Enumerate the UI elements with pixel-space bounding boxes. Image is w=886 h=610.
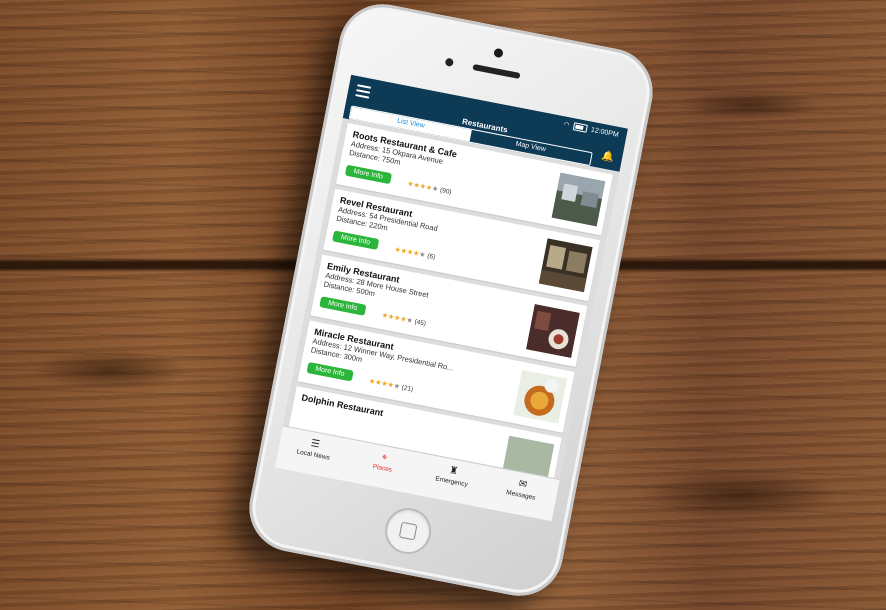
review-count: (45) — [413, 318, 427, 328]
restaurant-photo — [525, 304, 580, 358]
notification-bell-icon[interactable]: 🔔 — [601, 150, 615, 163]
more-info-button[interactable]: More Info — [344, 164, 392, 185]
wood-knot — [680, 90, 820, 120]
wood-knot — [30, 350, 190, 390]
restaurant-photo — [551, 172, 606, 227]
review-count: (90) — [439, 186, 453, 197]
wifi-icon: ◠ — [562, 121, 571, 130]
more-info-button[interactable]: More Info — [319, 296, 367, 316]
more-info-button[interactable]: More Info — [332, 230, 379, 250]
star-rating: ★★★★★ (6) — [393, 246, 436, 262]
battery-icon — [572, 122, 588, 133]
star-rating: ★★★★★ (21) — [368, 377, 414, 394]
status-time: 12:00PM — [590, 126, 620, 139]
wood-knot — [640, 470, 840, 520]
review-count: (21) — [401, 384, 414, 394]
review-count: (6) — [426, 252, 436, 262]
restaurant-photo — [513, 369, 568, 424]
star-rating: ★★★★★ (45) — [381, 312, 427, 328]
star-rating: ★★★★★ (90) — [406, 180, 453, 197]
more-info-button[interactable]: More Info — [306, 361, 354, 382]
restaurant-photo — [538, 238, 593, 293]
